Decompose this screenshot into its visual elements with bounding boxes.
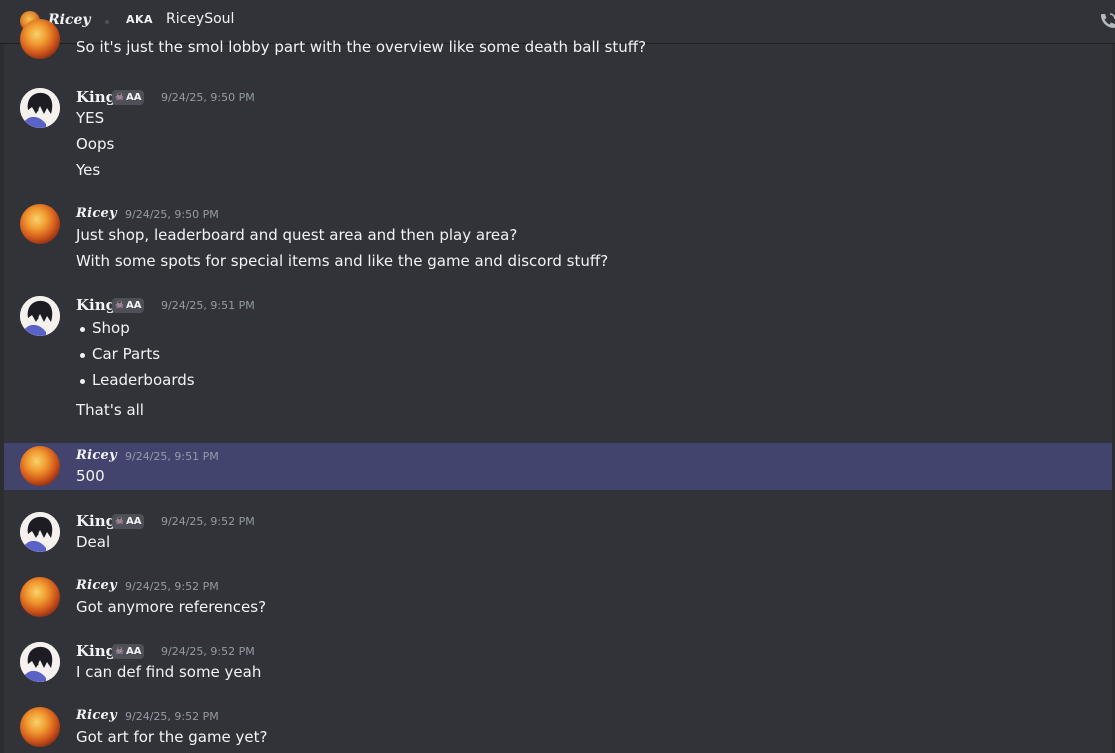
message-list: So it's just the smol lobby part with th… — [4, 19, 1112, 753]
list-item: Shop — [92, 319, 130, 337]
message-text: With some spots for special items and li… — [76, 252, 609, 270]
clan-tag-label: AA — [125, 92, 142, 103]
message-item: So it's just the smol lobby part with th… — [4, 19, 1112, 67]
message-text: Oops — [76, 135, 115, 153]
message-text: So it's just the smol lobby part with th… — [76, 38, 647, 56]
clan-tag[interactable]: ☠ AA — [112, 644, 145, 659]
message-item: Ricey 9/24/25, 9:51 PM 500 — [4, 443, 1112, 490]
header-alias: RiceySoul — [166, 11, 235, 27]
avatar[interactable] — [20, 512, 60, 552]
clan-tag[interactable]: ☠ AA — [112, 90, 145, 105]
message-item: Ricey 9/24/25, 9:52 PM Got anymore refer… — [4, 573, 1112, 623]
avatar[interactable] — [20, 296, 60, 336]
clan-tag-label: AA — [125, 516, 142, 527]
skull-icon: ☠ — [115, 516, 124, 527]
bullet-icon — [80, 379, 85, 384]
timestamp[interactable]: 9/24/25, 9:51 PM — [161, 299, 255, 312]
username[interactable]: King — [76, 642, 116, 660]
timestamp[interactable]: 9/24/25, 9:52 PM — [161, 515, 255, 528]
timestamp[interactable]: 9/24/25, 9:50 PM — [125, 208, 219, 221]
voice-call-icon[interactable] — [1098, 11, 1115, 31]
timestamp[interactable]: 9/24/25, 9:50 PM — [161, 91, 255, 104]
avatar[interactable] — [20, 88, 60, 128]
message-item: King ☠ AA 9/24/25, 9:50 PM YES Oops Yes — [4, 81, 1112, 181]
avatar[interactable] — [20, 642, 60, 682]
bullet-icon — [80, 327, 85, 332]
message-text: YES — [76, 109, 105, 127]
avatar[interactable] — [20, 577, 60, 617]
bullet-icon — [80, 353, 85, 358]
message-text: Just shop, leaderboard and quest area an… — [76, 226, 518, 244]
username[interactable]: King — [76, 88, 116, 106]
skull-icon: ☠ — [115, 92, 124, 103]
timestamp[interactable]: 9/24/25, 9:51 PM — [125, 450, 219, 463]
skull-icon: ☠ — [115, 646, 124, 657]
username[interactable]: Ricey — [76, 206, 117, 221]
message-item: King ☠ AA 9/24/25, 9:51 PM Shop Car Part… — [4, 292, 1112, 432]
aka-label: AKA — [126, 13, 154, 26]
message-text: I can def find some yeah — [76, 663, 262, 681]
message-text: That's all — [76, 401, 144, 419]
username[interactable]: Ricey — [76, 448, 117, 463]
message-text: Yes — [76, 161, 101, 179]
username[interactable]: Ricey — [76, 708, 117, 723]
avatar[interactable] — [20, 707, 60, 747]
username[interactable]: King — [76, 296, 116, 314]
message-text: 500 — [76, 467, 105, 485]
message-text: Got anymore references? — [76, 598, 267, 616]
list-item: Car Parts — [92, 345, 161, 363]
username[interactable]: King — [76, 512, 116, 530]
dm-window: Ricey AKA RiceySoul So it's just the smo… — [0, 0, 1115, 753]
timestamp[interactable]: 9/24/25, 9:52 PM — [125, 580, 219, 593]
avatar[interactable] — [20, 19, 60, 59]
list-item: Leaderboards — [92, 371, 195, 389]
clan-tag-label: AA — [125, 646, 142, 657]
message-item: Ricey 9/24/25, 9:52 PM Got art for the g… — [4, 703, 1112, 753]
separator-dot — [105, 20, 109, 24]
timestamp[interactable]: 9/24/25, 9:52 PM — [125, 710, 219, 723]
clan-tag[interactable]: ☠ AA — [112, 514, 145, 529]
clan-tag-label: AA — [125, 300, 142, 311]
message-item: King ☠ AA 9/24/25, 9:52 PM I can def fin… — [4, 638, 1112, 688]
skull-icon: ☠ — [115, 300, 124, 311]
message-text: Deal — [76, 533, 111, 551]
clan-tag[interactable]: ☠ AA — [112, 298, 145, 313]
avatar[interactable] — [20, 204, 60, 244]
message-item: Ricey 9/24/25, 9:50 PM Just shop, leader… — [4, 200, 1112, 280]
username[interactable]: Ricey — [76, 578, 117, 593]
avatar[interactable] — [20, 446, 60, 486]
timestamp[interactable]: 9/24/25, 9:52 PM — [161, 645, 255, 658]
message-text: Got art for the game yet? — [76, 728, 268, 746]
message-item: King ☠ AA 9/24/25, 9:52 PM Deal — [4, 508, 1112, 558]
